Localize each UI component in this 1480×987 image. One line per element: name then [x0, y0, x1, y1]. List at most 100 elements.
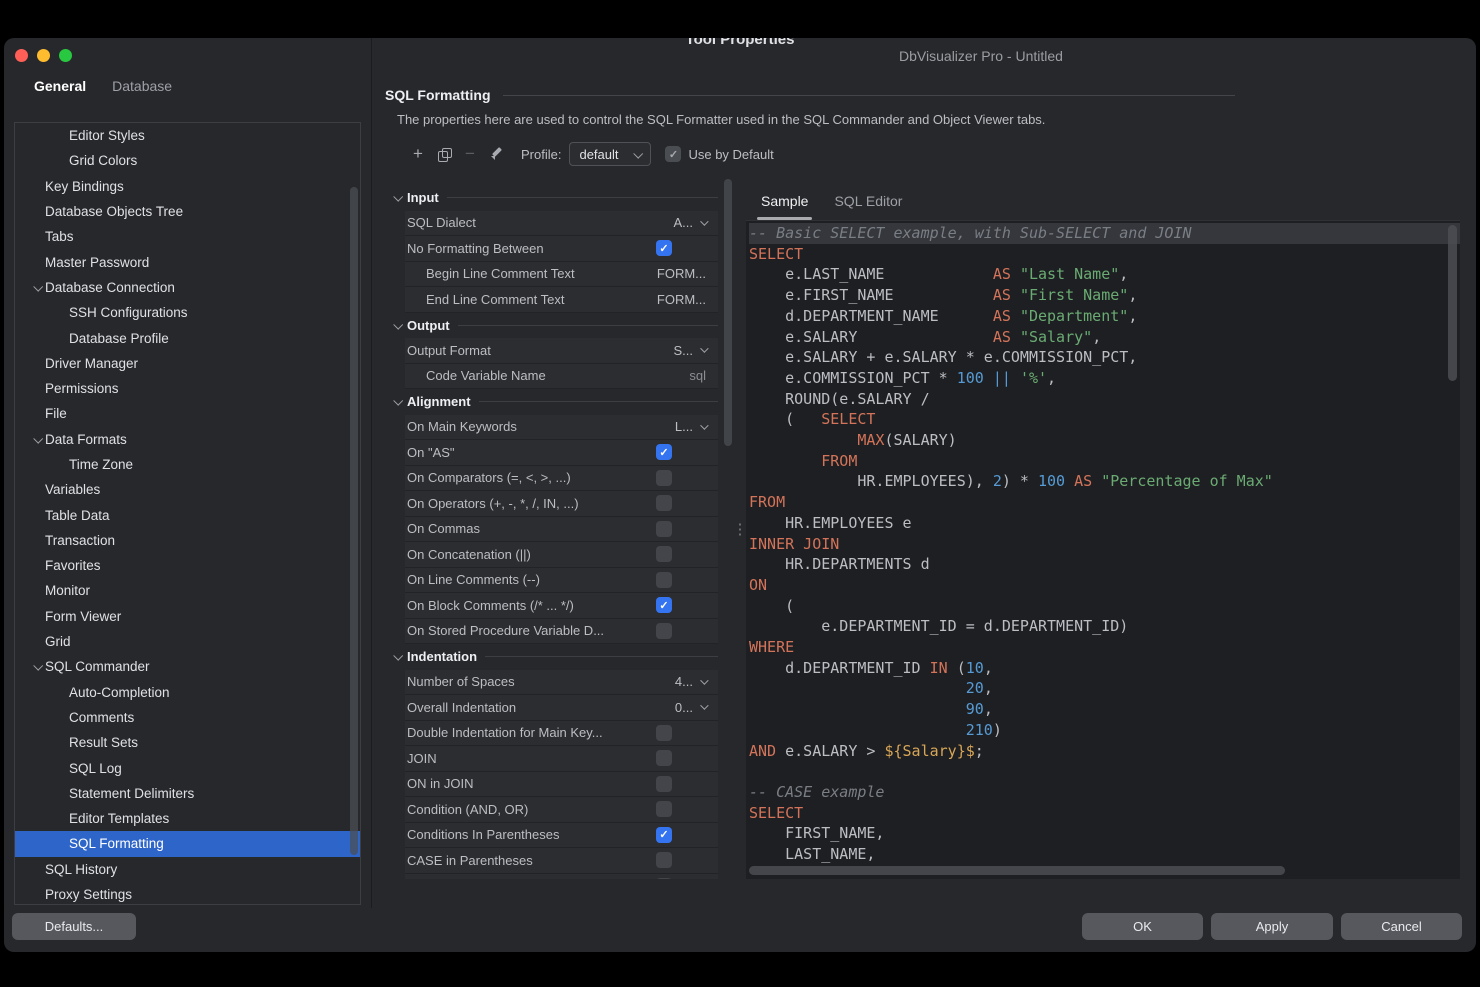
- tab-general[interactable]: General: [34, 78, 86, 104]
- section-output[interactable]: Output: [385, 313, 718, 339]
- tree-item-file[interactable]: File: [15, 401, 360, 426]
- tree-item-sql-formatting[interactable]: SQL Formatting: [15, 831, 360, 856]
- checkbox-double-indentation-for-main-key[interactable]: [656, 725, 672, 741]
- checkbox-conditions-in-parentheses[interactable]: [656, 827, 672, 843]
- tree-item-variables[interactable]: Variables: [15, 477, 360, 502]
- dropdown-number-of-spaces[interactable]: 4...: [675, 674, 706, 689]
- tree-item-key-bindings[interactable]: Key Bindings: [15, 174, 360, 199]
- tree-item-result-sets[interactable]: Result Sets: [15, 730, 360, 755]
- dropdown-sql-dialect[interactable]: A...: [673, 215, 706, 230]
- rename-profile-button[interactable]: [483, 142, 509, 166]
- checkbox-on-line-comments[interactable]: [656, 572, 672, 588]
- section-indentation[interactable]: Indentation: [385, 644, 718, 670]
- tree-item-grid-colors[interactable]: Grid Colors: [15, 148, 360, 173]
- checkbox-on-commas[interactable]: [656, 521, 672, 537]
- chevron-down-icon: [393, 192, 403, 202]
- tree-item-database-connection[interactable]: Database Connection: [15, 275, 360, 300]
- code-vertical-scrollbar-thumb[interactable]: [1448, 225, 1457, 381]
- value-begin-line-comment-text[interactable]: FORM...: [657, 266, 706, 281]
- settings-tree[interactable]: Editor StylesGrid ColorsKey BindingsData…: [14, 122, 361, 905]
- remove-profile-button[interactable]: −: [457, 142, 483, 166]
- tree-item-sql-log[interactable]: SQL Log: [15, 755, 360, 780]
- code-token: [1011, 369, 1020, 387]
- ok-button[interactable]: OK: [1082, 913, 1203, 940]
- tree-item-proxy-settings[interactable]: Proxy Settings: [15, 882, 360, 905]
- code-token: 20: [966, 679, 984, 697]
- checkbox-then-in-case[interactable]: [656, 878, 672, 879]
- tree-item-auto-completion[interactable]: Auto-Completion: [15, 680, 360, 705]
- add-profile-button[interactable]: +: [405, 142, 431, 166]
- tree-item-statement-delimiters[interactable]: Statement Delimiters: [15, 781, 360, 806]
- dropdown-on-main-keywords[interactable]: L...: [675, 419, 706, 434]
- tree-expand-chevron-down-icon[interactable]: [29, 436, 45, 443]
- defaults-button[interactable]: Defaults...: [12, 913, 136, 940]
- prop-label: On Block Comments (/* ... */): [407, 598, 656, 613]
- tree-expand-chevron-down-icon[interactable]: [29, 663, 45, 670]
- tree-item-ssh-configurations[interactable]: SSH Configurations: [15, 300, 360, 325]
- tree-item-driver-manager[interactable]: Driver Manager: [15, 351, 360, 376]
- tree-expand-chevron-down-icon[interactable]: [29, 284, 45, 291]
- tab-database[interactable]: Database: [112, 78, 172, 104]
- tree-item-database-profile[interactable]: Database Profile: [15, 325, 360, 350]
- checkbox-no-formatting-between[interactable]: [656, 240, 672, 256]
- checkbox-on-stored-procedure-variable-d[interactable]: [656, 623, 672, 639]
- use-by-default-checkbox[interactable]: [665, 146, 681, 162]
- cancel-button[interactable]: Cancel: [1341, 913, 1462, 940]
- tree-item-master-password[interactable]: Master Password: [15, 249, 360, 274]
- code-line: ROUND(e.SALARY /: [749, 389, 1460, 410]
- close-window-button[interactable]: [15, 49, 28, 62]
- tab-sample[interactable]: Sample: [748, 193, 821, 220]
- duplicate-profile-button[interactable]: [431, 142, 457, 166]
- tree-item-table-data[interactable]: Table Data: [15, 502, 360, 527]
- tree-item-tabs[interactable]: Tabs: [15, 224, 360, 249]
- tree-item-label: Table Data: [45, 508, 110, 523]
- section-input[interactable]: Input: [385, 185, 718, 211]
- tree-item-sql-commander[interactable]: SQL Commander: [15, 654, 360, 679]
- tree-item-form-viewer[interactable]: Form Viewer: [15, 604, 360, 629]
- dropdown-overall-indentation[interactable]: 0...: [675, 700, 706, 715]
- section-alignment[interactable]: Alignment: [385, 389, 718, 415]
- checkbox-condition-and-or[interactable]: [656, 801, 672, 817]
- properties-scrollbar-thumb[interactable]: [724, 179, 732, 446]
- prop-row-double-indentation-for-main-key: Double Indentation for Main Key...: [405, 721, 718, 747]
- tree-scrollbar-thumb[interactable]: [350, 187, 358, 855]
- checkbox-on-block-comments[interactable]: [656, 597, 672, 613]
- tree-item-monitor[interactable]: Monitor: [15, 578, 360, 603]
- tab-sql-editor[interactable]: SQL Editor: [821, 193, 915, 220]
- tree-item-grid[interactable]: Grid: [15, 629, 360, 654]
- sidebar-tabs: General Database: [4, 64, 371, 104]
- checkbox-join[interactable]: [656, 750, 672, 766]
- page-header: SQL Formatting: [385, 86, 1460, 104]
- tree-item-database-objects-tree[interactable]: Database Objects Tree: [15, 199, 360, 224]
- sql-code[interactable]: -- Basic SELECT example, with Sub-SELECT…: [746, 221, 1460, 879]
- tree-item-data-formats[interactable]: Data Formats: [15, 427, 360, 452]
- code-token: WHERE: [749, 638, 794, 656]
- checkbox-on-comparators[interactable]: [656, 470, 672, 486]
- value-code-variable-name[interactable]: sql: [689, 368, 706, 383]
- checkbox-on-concatenation[interactable]: [656, 546, 672, 562]
- tree-item-sql-history[interactable]: SQL History: [15, 857, 360, 882]
- value-end-line-comment-text[interactable]: FORM...: [657, 292, 706, 307]
- column-resize-handle[interactable]: ⋮: [734, 179, 746, 879]
- checkbox-on-operators-in[interactable]: [656, 495, 672, 511]
- checkbox-on-as[interactable]: [656, 444, 672, 460]
- dropdown-value: A...: [673, 215, 693, 230]
- dropdown-output-format[interactable]: S...: [673, 343, 706, 358]
- tree-item-editor-styles[interactable]: Editor Styles: [15, 123, 360, 148]
- checkbox-on-in-join[interactable]: [656, 776, 672, 792]
- profile-toolbar: + − Profile: default Use by Default: [405, 141, 1460, 167]
- tree-item-permissions[interactable]: Permissions: [15, 376, 360, 401]
- minimize-window-button[interactable]: [37, 49, 50, 62]
- profile-dropdown[interactable]: default: [569, 142, 651, 166]
- code-horizontal-scrollbar-thumb[interactable]: [749, 866, 1285, 875]
- tree-item-favorites[interactable]: Favorites: [15, 553, 360, 578]
- tree-item-editor-templates[interactable]: Editor Templates: [15, 806, 360, 831]
- tree-item-comments[interactable]: Comments: [15, 705, 360, 730]
- apply-button[interactable]: Apply: [1211, 913, 1333, 940]
- code-token: SELECT: [749, 804, 803, 822]
- zoom-window-button[interactable]: [59, 49, 72, 62]
- checkbox-case-in-parentheses[interactable]: [656, 852, 672, 868]
- tree-item-time-zone[interactable]: Time Zone: [15, 452, 360, 477]
- prop-row-then-in-case: THEN in CASE: [405, 874, 718, 880]
- tree-item-transaction[interactable]: Transaction: [15, 528, 360, 553]
